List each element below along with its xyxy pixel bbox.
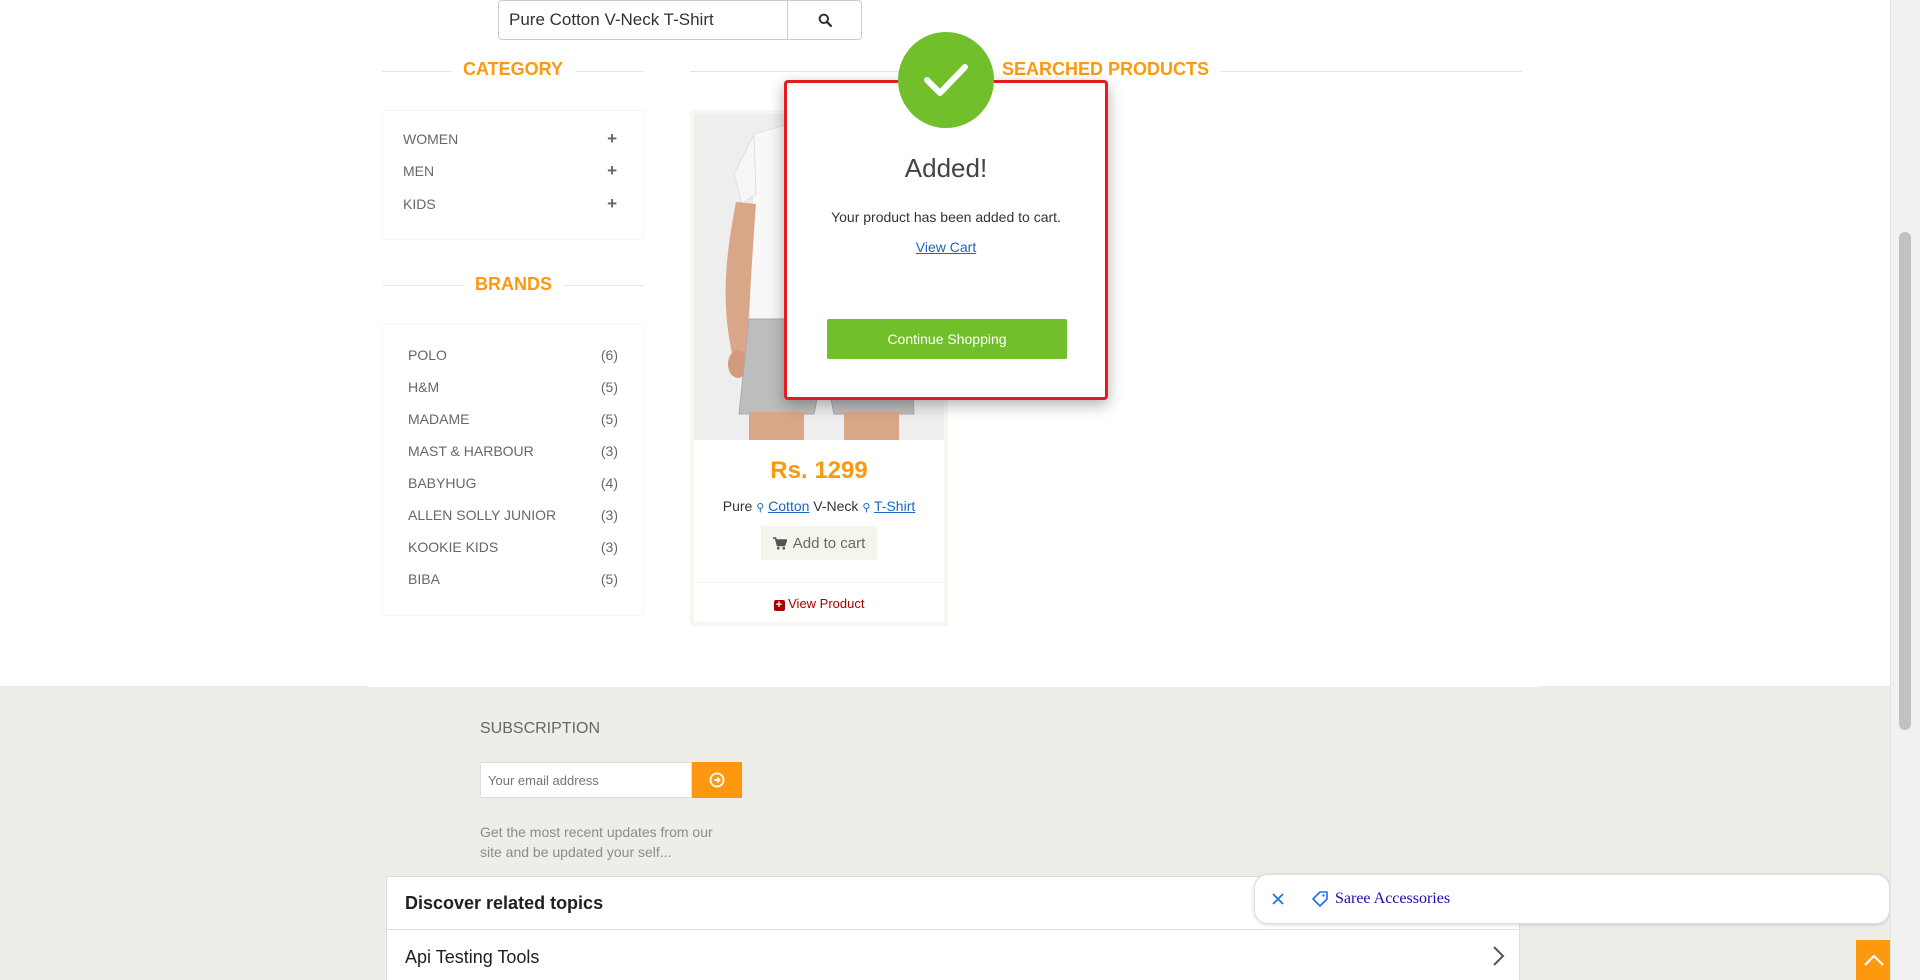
plus-square-icon: + — [773, 600, 785, 611]
brand-item[interactable]: BIBA (5) — [408, 571, 618, 587]
search-button[interactable] — [788, 0, 862, 40]
search-icon: ⚲ — [756, 502, 765, 514]
brand-name: MADAME — [408, 411, 470, 427]
product-name-link-cotton[interactable]: Cotton — [768, 498, 809, 514]
plus-icon[interactable]: + — [607, 161, 617, 181]
tag-icon — [1312, 891, 1328, 907]
brands-title: BRANDS — [463, 274, 565, 295]
product-name: Pure ⚲ Cotton V-Neck ⚲ T-Shirt — [694, 498, 944, 514]
brand-count: (5) — [600, 571, 618, 587]
brand-count: (4) — [600, 475, 618, 491]
view-product-link[interactable]: + View Product — [694, 596, 944, 611]
product-name-link-tshirt[interactable]: T-Shirt — [874, 498, 915, 514]
email-field[interactable] — [480, 762, 692, 798]
brand-name: H&M — [408, 379, 440, 395]
brand-name: MAST & HARBOUR — [408, 443, 534, 459]
view-cart-link[interactable]: View Cart — [916, 239, 976, 255]
close-icon[interactable] — [1269, 890, 1287, 908]
chevron-up-icon — [1864, 954, 1884, 966]
brand-item[interactable]: MADAME (5) — [408, 411, 618, 427]
modal-message: Your product has been added to cart. — [831, 209, 1061, 225]
brand-item[interactable]: MAST & HARBOUR (3) — [408, 443, 618, 459]
category-item-women[interactable]: WOMEN + — [403, 129, 617, 149]
scroll-to-top-button[interactable] — [1856, 940, 1892, 980]
subscription-description: Get the most recent updates from our sit… — [480, 824, 713, 860]
check-icon — [898, 32, 994, 128]
cart-icon — [772, 536, 787, 549]
view-cart-wrap: View Cart — [787, 239, 1105, 255]
subscription-title: SUBSCRIPTION — [480, 720, 601, 737]
brand-count: (3) — [600, 507, 618, 523]
brand-count: (6) — [600, 347, 618, 363]
brand-item[interactable]: H&M (5) — [408, 379, 618, 395]
continue-shopping-button[interactable]: Continue Shopping — [827, 319, 1067, 359]
brand-item[interactable]: POLO (6) — [408, 347, 618, 363]
related-topic-item[interactable]: Api Testing Tools — [405, 947, 539, 968]
plus-icon[interactable]: + — [607, 129, 617, 149]
brands-panel: POLO (6) H&M (5) MADAME (5) MAST & HARBOUR (… — [382, 324, 644, 616]
brand-item[interactable]: ALLEN SOLLY JUNIOR (3) — [408, 507, 618, 523]
add-to-cart-button[interactable]: Add to cart — [761, 526, 877, 560]
view-product-label: View Product — [788, 596, 865, 611]
brand-count: (3) — [600, 539, 618, 555]
card-divider — [694, 582, 944, 583]
brand-name: ALLEN SOLLY JUNIOR — [408, 507, 557, 523]
related-divider — [387, 929, 1519, 930]
search-icon: ⚲ — [862, 502, 871, 514]
chip-label: Saree Accessories — [1335, 890, 1451, 907]
category-item-men[interactable]: MEN + — [403, 161, 617, 181]
add-to-cart-label: Add to cart — [792, 534, 866, 552]
category-title: CATEGORY — [451, 59, 576, 80]
brand-count: (5) — [600, 411, 618, 427]
product-price: Rs. 1299 — [770, 457, 868, 484]
related-topics-title: Discover related topics — [405, 893, 604, 913]
related-search-chip[interactable]: Saree Accessories — [1254, 874, 1890, 924]
modal-title: Added! — [904, 153, 988, 183]
subscribe-button[interactable] — [692, 762, 742, 798]
brand-item[interactable]: BABYHUG (4) — [408, 475, 618, 491]
category-label: WOMEN — [403, 131, 459, 147]
scrollbar-thumb[interactable] — [1899, 232, 1911, 730]
arrow-circle-right-icon — [709, 772, 725, 788]
category-label: KIDS — [403, 196, 436, 212]
category-label: MEN — [403, 163, 435, 179]
searched-products-title: SEARCHED PRODUCTS — [990, 59, 1222, 80]
brand-name: BABYHUG — [408, 475, 477, 491]
brand-name: KOOKIE KIDS — [408, 539, 499, 555]
product-name-part: Pure — [722, 498, 753, 514]
search-bar — [498, 0, 862, 40]
page-scrollbar[interactable] — [1890, 0, 1920, 980]
footer-divider — [368, 686, 1538, 687]
plus-icon[interactable]: + — [607, 194, 617, 214]
product-name-part: V-Neck — [813, 498, 859, 514]
category-panel: WOMEN + MEN + KIDS + — [382, 110, 644, 240]
brand-count: (5) — [600, 379, 618, 395]
added-to-cart-modal: Added! Your product has been added to ca… — [784, 80, 1108, 400]
brand-name: POLO — [408, 347, 447, 363]
brand-name: BIBA — [408, 571, 440, 587]
brand-item[interactable]: KOOKIE KIDS (3) — [408, 539, 618, 555]
search-icon — [818, 13, 832, 27]
category-item-kids[interactable]: KIDS + — [403, 194, 617, 214]
search-input[interactable] — [498, 0, 788, 40]
chevron-right-icon[interactable] — [1491, 945, 1505, 967]
page: CATEGORY WOMEN + MEN + KIDS + BRANDS POL… — [0, 0, 1920, 980]
brand-count: (3) — [600, 443, 618, 459]
